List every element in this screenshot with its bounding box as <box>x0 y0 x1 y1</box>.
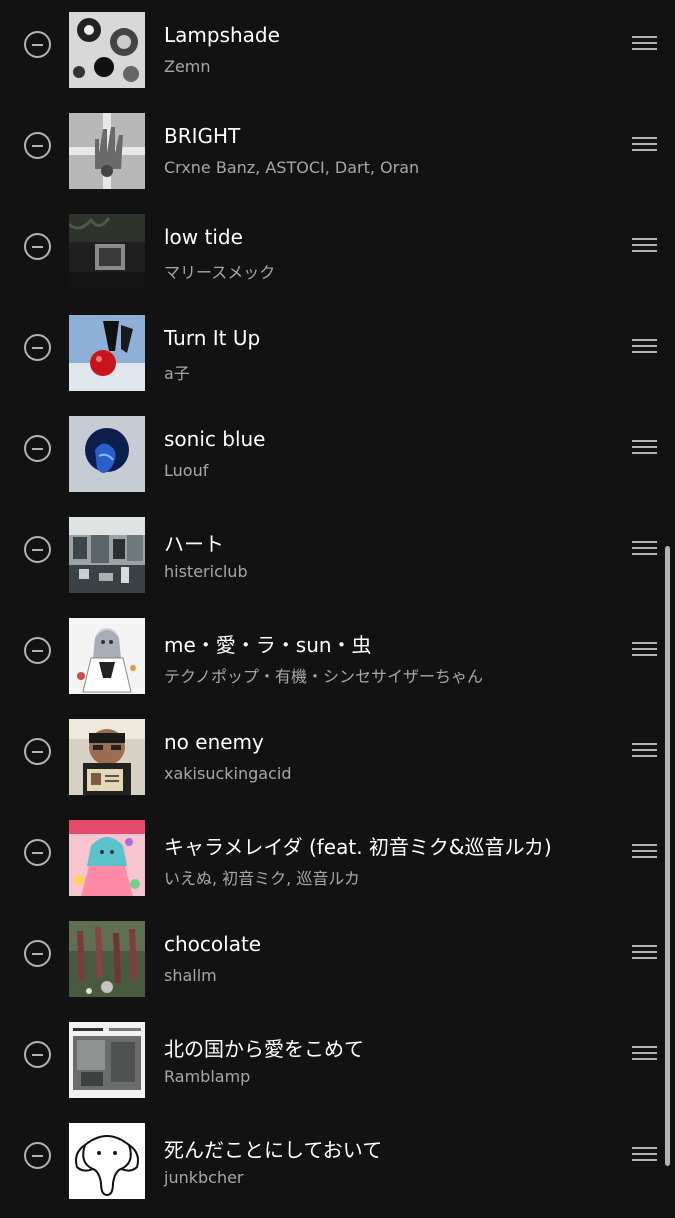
drag-handle-icon[interactable] <box>632 844 657 860</box>
track-row[interactable]: キャラメレイダ (feat. 初音ミク&巡音ルカ) いえぬ, 初音ミク, 巡音ル… <box>0 814 660 915</box>
track-artist: Luouf <box>164 461 209 480</box>
remove-circle-icon[interactable] <box>24 637 51 664</box>
track-artist: histericlub <box>164 562 248 581</box>
track-title: me・愛・ラ・sun・虫 <box>164 633 372 657</box>
album-art <box>69 719 145 795</box>
track-title: キャラメレイダ (feat. 初音ミク&巡音ルカ) <box>164 835 552 859</box>
album-art <box>69 1123 145 1199</box>
remove-circle-icon[interactable] <box>24 1041 51 1068</box>
track-row[interactable]: sonic blue Luouf <box>0 410 660 511</box>
track-artist: xakisuckingacid <box>164 764 292 783</box>
track-title: 死んだことにしておいて <box>164 1138 383 1162</box>
drag-handle-icon[interactable] <box>632 541 657 557</box>
track-artist: Zemn <box>164 57 211 76</box>
track-row[interactable]: 死んだことにしておいて junkbcher <box>0 1117 660 1218</box>
track-title: no enemy <box>164 730 264 754</box>
track-title: 北の国から愛をこめて <box>164 1037 364 1061</box>
album-art <box>69 921 145 997</box>
track-title: low tide <box>164 225 243 249</box>
album-art <box>69 416 145 492</box>
remove-circle-icon[interactable] <box>24 435 51 462</box>
album-art <box>69 12 145 88</box>
track-artist: マリースメック <box>164 263 276 282</box>
remove-circle-icon[interactable] <box>24 738 51 765</box>
drag-handle-icon[interactable] <box>632 1046 657 1062</box>
album-art <box>69 517 145 593</box>
track-title: Lampshade <box>164 23 280 47</box>
album-art <box>69 214 145 290</box>
album-art <box>69 113 145 189</box>
drag-handle-icon[interactable] <box>632 1147 657 1163</box>
remove-circle-icon[interactable] <box>24 536 51 563</box>
track-artist: Ramblamp <box>164 1067 251 1086</box>
drag-handle-icon[interactable] <box>632 238 657 254</box>
album-art <box>69 1022 145 1098</box>
remove-circle-icon[interactable] <box>24 839 51 866</box>
track-artist: shallm <box>164 966 217 985</box>
scrollbar-thumb[interactable] <box>665 546 670 1166</box>
album-art <box>69 820 145 896</box>
track-row[interactable]: chocolate shallm <box>0 915 660 1016</box>
track-title: ハート <box>164 532 224 556</box>
track-row[interactable]: 北の国から愛をこめて Ramblamp <box>0 1016 660 1117</box>
track-row[interactable]: ハート histericlub <box>0 511 660 612</box>
track-artist: いえぬ, 初音ミク, 巡音ルカ <box>164 869 360 888</box>
drag-handle-icon[interactable] <box>632 36 657 52</box>
track-row[interactable]: BRIGHT Crxne Banz, ASTOCI, Dart, Oran <box>0 107 660 208</box>
track-row[interactable]: low tide マリースメック <box>0 208 660 309</box>
track-artist: a子 <box>164 364 190 383</box>
track-artist: junkbcher <box>164 1168 244 1187</box>
drag-handle-icon[interactable] <box>632 945 657 961</box>
remove-circle-icon[interactable] <box>24 334 51 361</box>
drag-handle-icon[interactable] <box>632 642 657 658</box>
album-art <box>69 618 145 694</box>
track-title: chocolate <box>164 932 262 956</box>
remove-circle-icon[interactable] <box>24 940 51 967</box>
album-art <box>69 315 145 391</box>
drag-handle-icon[interactable] <box>632 743 657 759</box>
remove-circle-icon[interactable] <box>24 132 51 159</box>
track-artist: Crxne Banz, ASTOCI, Dart, Oran <box>164 158 420 177</box>
drag-handle-icon[interactable] <box>632 339 657 355</box>
track-title: sonic blue <box>164 427 266 451</box>
track-artist: テクノポップ・有機・シンセサイザーちゃん <box>164 667 484 686</box>
track-row[interactable]: Lampshade Zemn <box>0 6 660 107</box>
track-row[interactable]: Turn It Up a子 <box>0 309 660 410</box>
drag-handle-icon[interactable] <box>632 137 657 153</box>
drag-handle-icon[interactable] <box>632 440 657 456</box>
track-row[interactable]: me・愛・ラ・sun・虫 テクノポップ・有機・シンセサイザーちゃん <box>0 612 660 713</box>
track-title: Turn It Up <box>164 326 261 350</box>
track-row[interactable]: no enemy xakisuckingacid <box>0 713 660 814</box>
track-title: BRIGHT <box>164 124 241 148</box>
track-list: Lampshade Zemn BRIGHT Crxne Banz, ASTOCI… <box>0 0 675 1200</box>
remove-circle-icon[interactable] <box>24 31 51 58</box>
remove-circle-icon[interactable] <box>24 233 51 260</box>
remove-circle-icon[interactable] <box>24 1142 51 1169</box>
